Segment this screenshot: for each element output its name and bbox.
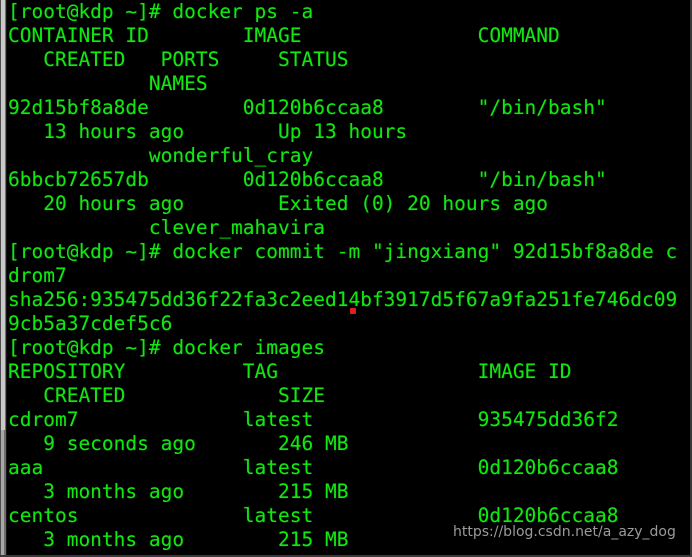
terminal-line-images-row2-a: aaa latest 0d120b6ccaa8 bbox=[8, 456, 619, 479]
vertical-scrollbar[interactable] bbox=[0, 0, 7, 557]
terminal-line-prompt-docker-commit: [root@kdp ~]# docker commit -m "jingxian… bbox=[8, 240, 678, 263]
mouse-pointer-dot bbox=[350, 308, 356, 314]
terminal-line-images-row2-b: 3 months ago 215 MB bbox=[8, 480, 349, 503]
terminal-line-ps-row2-a: 6bbcb72657db 0d120b6ccaa8 "/bin/bash" bbox=[8, 168, 607, 191]
terminal-line-images-row1-b: 9 seconds ago 246 MB bbox=[8, 432, 349, 455]
terminal-line-images-header-1: REPOSITORY TAG IMAGE ID bbox=[8, 360, 572, 383]
terminal-line-ps-header-1: CONTAINER ID IMAGE COMMAND bbox=[8, 24, 560, 47]
terminal-line-ps-header-2: CREATED STATUS bbox=[8, 48, 349, 71]
terminal-line-ps-row1-b: 13 hours ago Up 13 hours bbox=[8, 120, 408, 143]
terminal-line-ps-row1-a: 92d15bf8a8de 0d120b6ccaa8 "/bin/bash" bbox=[8, 96, 607, 119]
terminal-line-ps-row1-names: wonderful_cray bbox=[8, 144, 314, 167]
terminal-line-sha256-part2: 9cb5a37cdef5c6 bbox=[8, 312, 173, 335]
watermark-url: https://blog.csdn.net/a_azy_dog bbox=[453, 524, 676, 540]
terminal-line-sha256-part1: sha256:935475dd36f22fa3c2eed14bf3917d5f6… bbox=[8, 288, 678, 311]
terminal-screen[interactable]: [root@kdp ~]# docker ps -a CONTAINER ID … bbox=[8, 0, 690, 557]
terminal-line-images-header-2: CREATED SIZE bbox=[8, 384, 325, 407]
scrollbar-thumb[interactable] bbox=[1, 0, 5, 430]
terminal-window[interactable]: [root@kdp ~]# docker ps -a CONTAINER ID … bbox=[0, 0, 692, 557]
terminal-line-images-row1-a: cdrom7 latest 935475dd36f2 bbox=[8, 408, 619, 431]
terminal-line-commit-wrap: drom7 bbox=[8, 264, 67, 287]
terminal-line-ps-header-names: NAMES bbox=[8, 72, 208, 95]
terminal-line-prompt-docker-ps: [root@kdp ~]# docker ps -a bbox=[8, 0, 314, 23]
terminal-line-images-row3-b: 3 months ago 215 MB bbox=[8, 528, 349, 551]
terminal-line-prompt-docker-images: [root@kdp ~]# docker images bbox=[8, 336, 325, 359]
terminal-line-ps-row2-b: 20 hours ago Exited (0) 20 hours ago bbox=[8, 192, 549, 215]
terminal-line-ps-row2-names: clever_mahavira bbox=[8, 216, 325, 239]
